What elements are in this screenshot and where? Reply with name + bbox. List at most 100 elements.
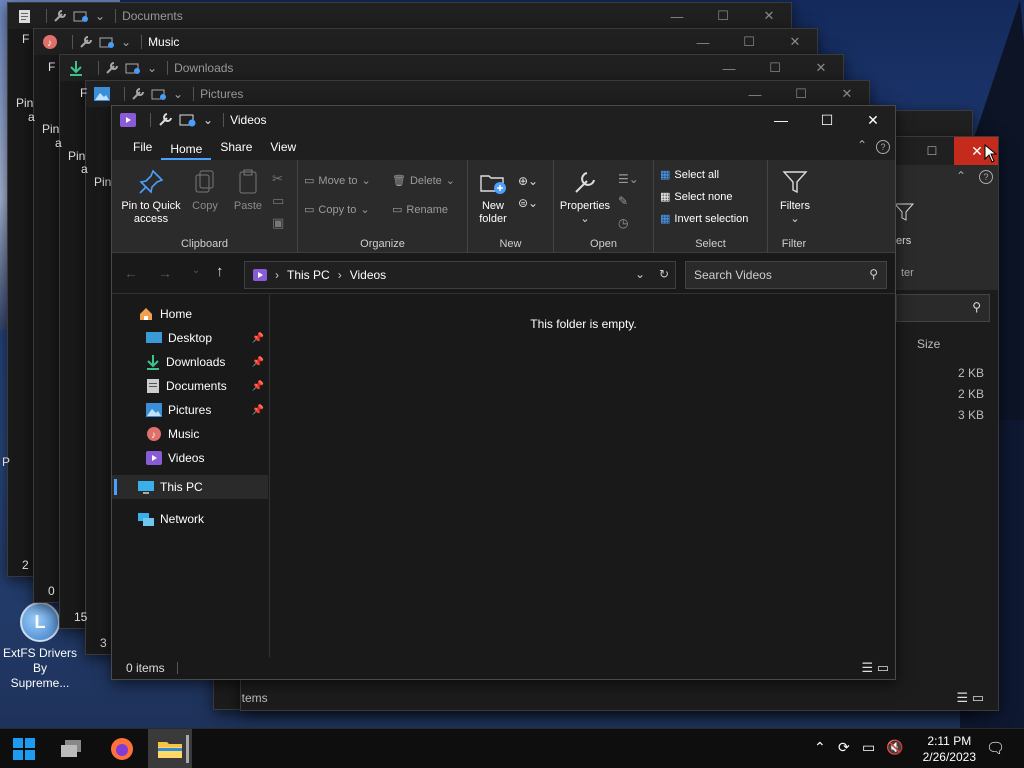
maximize-button[interactable]: ☐	[700, 3, 746, 29]
status-item-count: 0 items	[126, 661, 165, 675]
maximize-button[interactable]: ☐	[804, 106, 850, 134]
navigation-pane: Home Desktop 📌 Downloads 📌 Documents 📌 Pict…	[112, 295, 270, 657]
column-header-size[interactable]: Size	[917, 337, 940, 351]
clipboard-small-icons[interactable]: ✂ ▭ ▣	[272, 168, 284, 234]
copy-button[interactable]: Copy	[186, 168, 224, 213]
clock-time: 2:11 PM	[927, 734, 972, 748]
maximize-button[interactable]: ☐	[726, 29, 772, 55]
window-title: Pictures	[200, 87, 244, 101]
rename-button[interactable]: ▭ Rename	[392, 203, 448, 217]
nav-item-pictures[interactable]: Pictures 📌	[146, 399, 268, 421]
quick-access-toolbar[interactable]: ⌄	[131, 87, 183, 101]
forward-button[interactable]: →	[158, 265, 172, 281]
file-list[interactable]: This folder is empty.	[272, 295, 895, 657]
tab-home[interactable]: Home	[161, 138, 212, 160]
window-title: Videos	[230, 113, 267, 127]
nav-item-this-pc[interactable]: This PC	[138, 476, 203, 498]
maximize-button[interactable]: ☐	[778, 81, 824, 107]
quick-access-toolbar[interactable]: ⌄	[157, 112, 213, 128]
invert-selection-button[interactable]: ▦ Invert selection	[660, 212, 748, 226]
paste-icon	[239, 169, 257, 194]
select-all-button[interactable]: ▦ Select all	[660, 168, 719, 182]
maximize-button[interactable]: ☐	[752, 55, 798, 81]
minimize-button[interactable]: —	[758, 106, 804, 134]
file-size: 2 KB	[958, 366, 985, 380]
quick-access-toolbar[interactable]: ⌄	[79, 35, 131, 49]
task-view-button[interactable]	[50, 729, 94, 768]
window-videos[interactable]: ⌄ Videos — ☐ ✕ File Home Share View ⌃ ? …	[111, 105, 896, 680]
quick-access-toolbar[interactable]: ⌄	[53, 9, 105, 23]
stack-f-label: F	[80, 86, 88, 100]
filters-button[interactable]: Filters ⌄	[770, 168, 820, 226]
new-item-icons[interactable]: ⊕⌄ ⊜⌄	[518, 170, 538, 214]
nav-item-home[interactable]: Home	[138, 303, 192, 325]
notification-icon[interactable]: 🗨	[986, 739, 1005, 757]
start-button[interactable]	[2, 729, 46, 768]
close-button[interactable]: ✕	[746, 3, 791, 29]
move-to-button[interactable]: ▭ Move to ⌄	[304, 174, 371, 188]
copy-to-button[interactable]: ▭ Copy to ⌄	[304, 203, 370, 217]
close-button[interactable]: ✕	[824, 81, 869, 107]
nav-item-desktop[interactable]: Desktop 📌	[146, 327, 268, 349]
paste-button[interactable]: Paste	[228, 168, 268, 213]
show-hidden-icons-chevron-icon[interactable]: ⌃	[814, 739, 826, 756]
tab-file[interactable]: File	[124, 134, 161, 160]
volume-muted-icon[interactable]: 🔇	[886, 739, 903, 756]
properties-button[interactable]: Properties ⌄	[558, 168, 612, 226]
help-icon[interactable]: ?	[979, 170, 993, 184]
select-none-button[interactable]: ▦ Select none	[660, 190, 733, 204]
nav-item-downloads[interactable]: Downloads 📌	[146, 351, 268, 373]
minimize-button[interactable]: —	[732, 81, 778, 107]
stack-count-label: 15	[74, 610, 88, 624]
filter-icon	[893, 201, 915, 223]
group-clipboard: Pin to Quick access Copy Paste ✂ ▭ ▣ Clipb…	[112, 160, 298, 253]
maximize-button[interactable]: ☐	[917, 137, 947, 165]
view-toggle-icons[interactable]: ☰ ▭	[956, 690, 984, 706]
view-toggle-icons[interactable]: ☰ ▭	[861, 660, 889, 676]
nav-item-videos[interactable]: Videos	[146, 447, 204, 469]
close-button[interactable]: ✕	[850, 106, 895, 134]
new-folder-button[interactable]: New folder	[474, 168, 512, 226]
search-box[interactable]: ⚲	[896, 294, 990, 322]
search-input[interactable]: Search Videos ⚲	[685, 261, 887, 289]
breadcrumb-videos[interactable]: Videos	[350, 268, 386, 282]
close-button[interactable]: ✕	[772, 29, 817, 55]
tab-view[interactable]: View	[261, 134, 305, 160]
nav-item-network[interactable]: Network	[138, 508, 204, 530]
ribbon-collapse-icon[interactable]: ⌃	[956, 169, 966, 183]
status-bar: 0 items ☰ ▭	[112, 657, 895, 679]
address-bar[interactable]: › This PC › Videos ⌄ ↻	[244, 261, 676, 289]
folder-icon	[158, 742, 182, 758]
minimize-button[interactable]: —	[706, 55, 752, 81]
new-folder-icon[interactable]	[179, 112, 197, 128]
ribbon-collapse-icon[interactable]: ⌃	[857, 138, 867, 152]
delete-button[interactable]: 🗑 Delete ⌄	[392, 174, 455, 188]
clock[interactable]: 2:11 PM 2/26/2023	[923, 733, 976, 765]
up-button[interactable]: ↑	[216, 263, 224, 280]
breadcrumb-this-pc[interactable]: This PC	[287, 268, 330, 282]
close-button[interactable]: ✕	[798, 55, 843, 81]
search-placeholder: Search Videos	[694, 268, 772, 282]
back-button[interactable]: ←	[124, 265, 138, 281]
firefox-icon	[111, 738, 133, 760]
chevron-down-icon[interactable]: ⌄	[203, 113, 213, 127]
refresh-icon[interactable]: ↻	[659, 267, 669, 281]
properties-icon[interactable]	[157, 112, 173, 128]
pin-quick-access-button[interactable]: Pin to Quick access	[118, 168, 184, 226]
computer-icon	[138, 481, 154, 494]
tab-share[interactable]: Share	[211, 134, 261, 160]
quick-access-toolbar[interactable]: ⌄	[105, 61, 157, 75]
network-tray-icon[interactable]: ▭	[862, 739, 875, 756]
ribbon-tabs: File Home Share View ⌃ ?	[112, 134, 895, 160]
help-icon[interactable]: ?	[876, 140, 890, 154]
taskbar-firefox[interactable]	[100, 729, 144, 768]
address-dropdown-icon[interactable]: ⌄	[635, 267, 645, 281]
nav-item-documents[interactable]: Documents 📌	[146, 375, 268, 397]
nav-item-music[interactable]: ♪ Music	[146, 423, 199, 445]
empty-folder-message: This folder is empty.	[530, 317, 637, 331]
sync-icon[interactable]: ⟳	[838, 739, 850, 756]
open-small-icons[interactable]: ☰⌄ ✎ ◷	[618, 168, 639, 234]
minimize-button[interactable]: —	[680, 29, 726, 55]
recent-locations-button[interactable]: ⌄	[192, 265, 200, 276]
minimize-button[interactable]: —	[654, 3, 700, 29]
